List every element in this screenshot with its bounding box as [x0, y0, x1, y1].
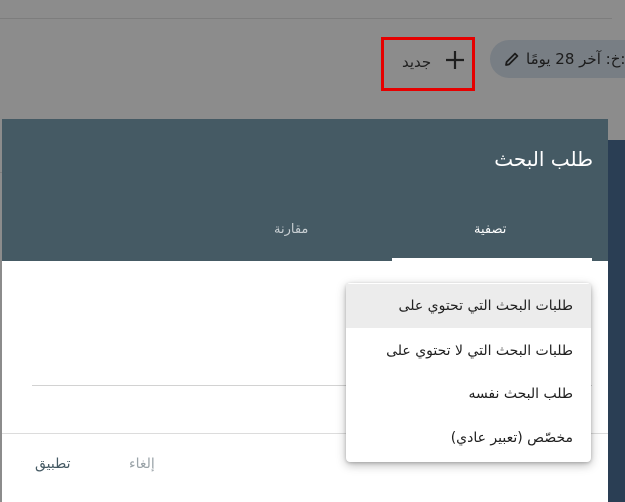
menu-item-exact[interactable]: طلب البحث نفسه [346, 372, 591, 416]
background-panel-edge [608, 140, 625, 502]
apply-button[interactable]: تطبيق [35, 456, 71, 472]
cancel-button[interactable]: إلغاء [129, 456, 155, 472]
new-button[interactable]: جديد [381, 37, 475, 91]
menu-item-contains[interactable]: طلبات البحث التي تحتوي على [346, 284, 591, 328]
pencil-icon [505, 52, 519, 66]
menu-item-regex[interactable]: مخصّص (تعبير عادي) [346, 416, 591, 460]
new-button-label: جديد [402, 53, 432, 71]
menu-item-not-contains[interactable]: طلبات البحث التي لا تحتوي على [346, 329, 591, 373]
background-divider [0, 18, 612, 19]
active-tab-indicator [392, 258, 592, 261]
tab-compare[interactable]: مقارنة [274, 222, 308, 237]
date-range-label: :خ: آخر 28 يومًا [526, 50, 625, 68]
dialog-header: طلب البحث تصفية مقارنة [2, 119, 608, 261]
plus-icon [446, 51, 464, 69]
tab-filter[interactable]: تصفية [474, 222, 506, 237]
dialog-title: طلب البحث [494, 147, 593, 171]
date-range-chip[interactable]: :خ: آخر 28 يومًا [490, 40, 625, 78]
match-type-menu: طلبات البحث التي تحتوي على طلبات البحث ا… [346, 283, 591, 462]
